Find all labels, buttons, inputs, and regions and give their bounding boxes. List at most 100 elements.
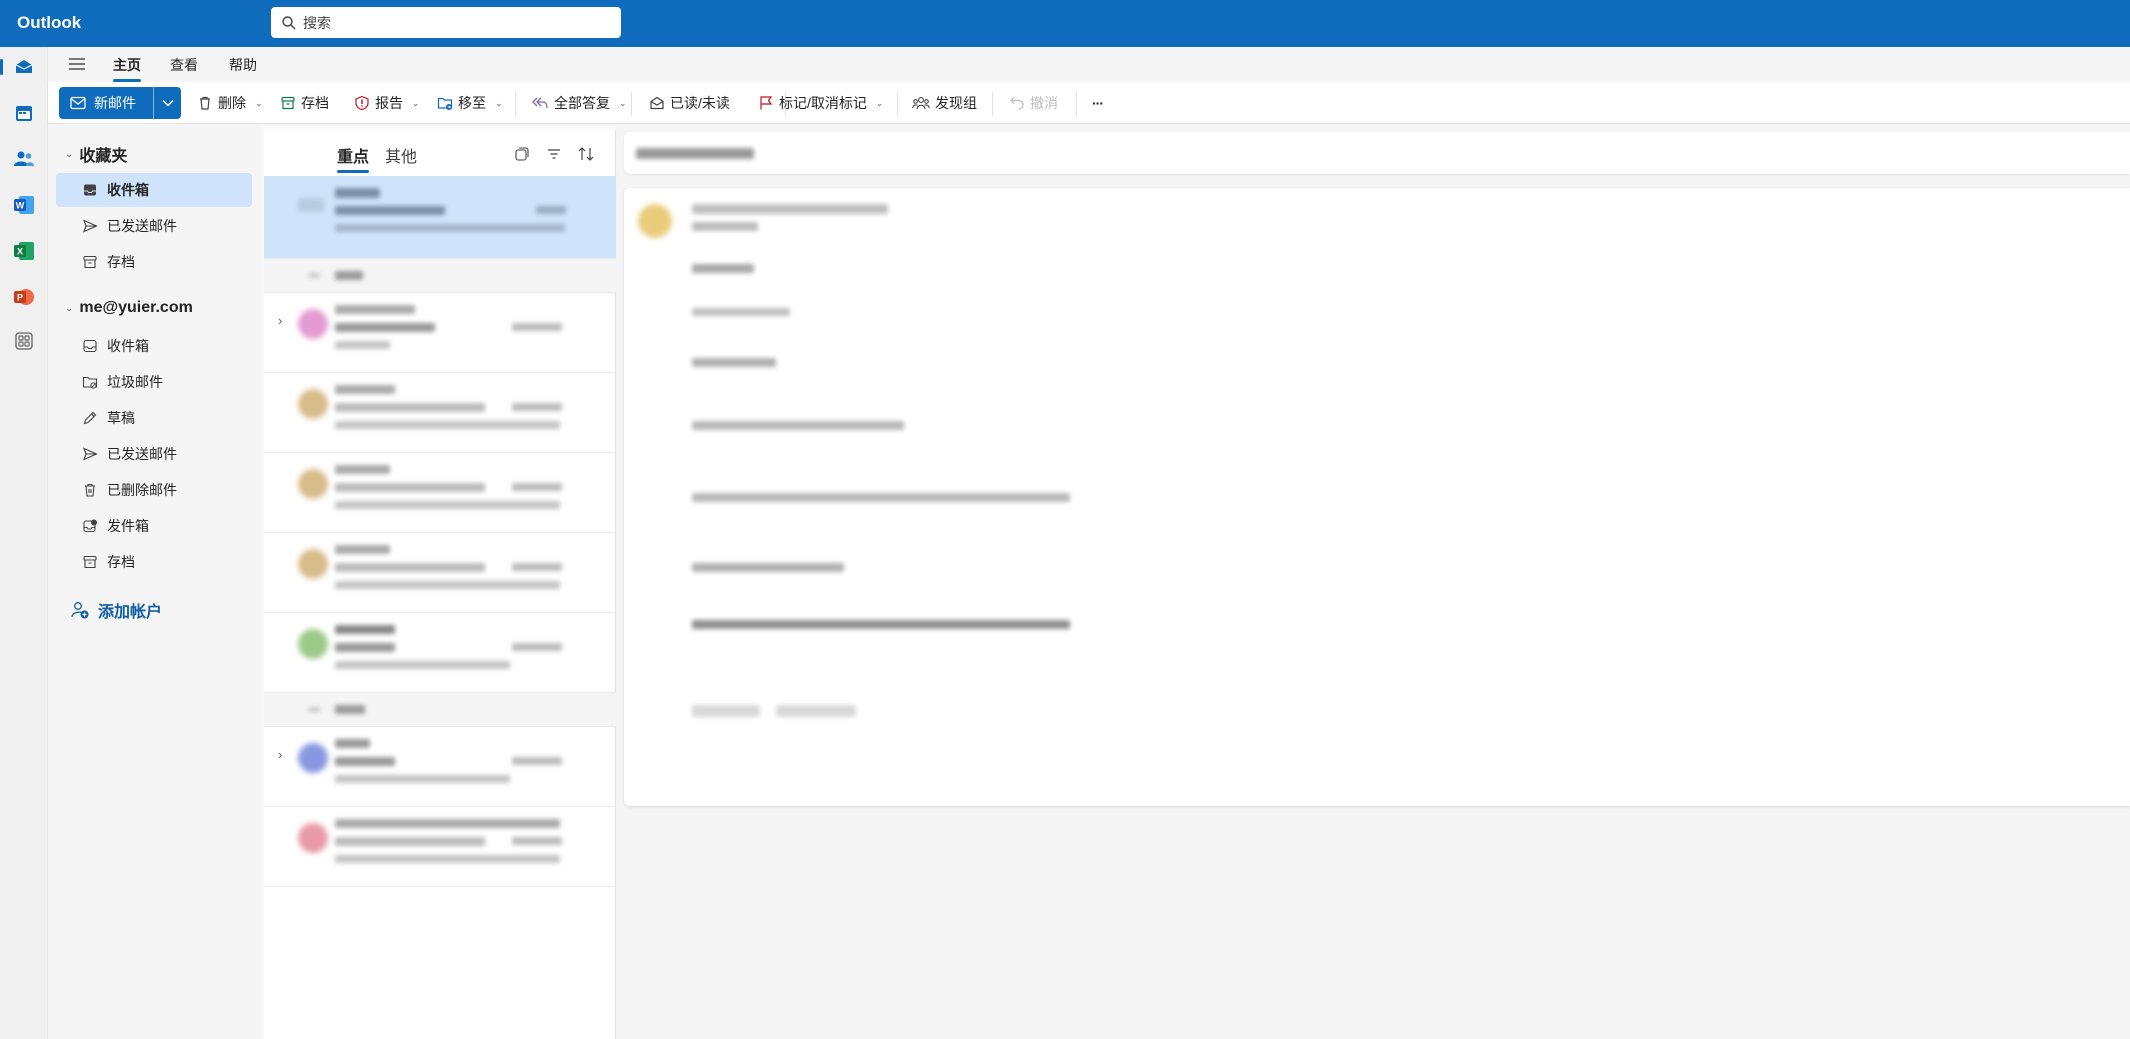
chevron-down-icon xyxy=(161,99,174,107)
flag-icon xyxy=(760,96,773,110)
chevron-down-icon[interactable]: ⌄ xyxy=(255,98,263,109)
list-item[interactable] xyxy=(264,176,616,259)
excel-icon[interactable]: X xyxy=(9,236,39,266)
discover-groups-button[interactable]: 发现组 xyxy=(912,92,977,114)
svg-text:W: W xyxy=(16,201,25,211)
people-community-icon xyxy=(912,97,930,110)
account-item-junk[interactable]: 垃圾邮件 xyxy=(56,365,252,399)
discover-groups-label: 发现组 xyxy=(935,95,977,111)
new-mail-main[interactable]: 新邮件 xyxy=(59,87,154,119)
search-box[interactable] xyxy=(271,7,621,38)
list-item[interactable] xyxy=(264,453,616,533)
move-to-label: 移至 xyxy=(458,95,486,111)
more-options-button[interactable]: ··· xyxy=(1092,92,1104,114)
select-icon[interactable] xyxy=(511,143,533,165)
favorites-header[interactable]: ⌄ 收藏夹 xyxy=(65,142,127,166)
account-item-inbox[interactable]: 收件箱 xyxy=(56,329,252,363)
toolbar-divider xyxy=(992,92,993,116)
list-item[interactable] xyxy=(264,373,616,453)
new-mail-dropdown[interactable] xyxy=(154,87,181,119)
message-list-header: 重点 其他 xyxy=(264,130,616,176)
favorites-item-inbox[interactable]: 收件箱 xyxy=(56,173,252,207)
mail-icon[interactable] xyxy=(0,52,39,82)
folder-label: 收件箱 xyxy=(107,182,149,198)
account-item-deleted[interactable]: 已删除邮件 xyxy=(56,473,252,507)
archive-button[interactable]: 存档 xyxy=(280,92,329,114)
report-button[interactable]: 报告 ⌄ xyxy=(354,92,420,114)
undo-icon xyxy=(1010,97,1024,110)
svg-text:X: X xyxy=(17,247,23,257)
new-mail-label: 新邮件 xyxy=(94,95,136,111)
delete-button[interactable]: 删除 ⌄ xyxy=(197,92,263,114)
chevron-down-icon[interactable]: ⌄ xyxy=(619,98,627,109)
undo-button[interactable]: 撤消 xyxy=(1009,92,1058,114)
account-item-drafts[interactable]: 草稿 xyxy=(56,401,252,435)
undo-label: 撤消 xyxy=(1030,95,1058,111)
reaction-chip[interactable] xyxy=(692,705,760,717)
svg-text:P: P xyxy=(17,293,23,303)
account-item-archive[interactable]: 存档 xyxy=(56,545,252,579)
toolbar-divider xyxy=(1076,92,1077,116)
archive-icon xyxy=(281,96,295,110)
chevron-right-icon[interactable]: › xyxy=(278,313,282,328)
junk-folder-icon xyxy=(82,376,98,389)
tab-home[interactable]: 主页 xyxy=(113,55,141,82)
app-rail: W X P xyxy=(0,47,48,1039)
new-mail-button[interactable]: 新邮件 xyxy=(59,87,181,119)
trash-icon xyxy=(85,483,95,497)
account-item-outbox[interactable]: 发件箱 xyxy=(56,509,252,543)
app-title[interactable]: Outlook xyxy=(17,13,81,33)
filter-icon[interactable] xyxy=(543,143,565,165)
folder-label: 已发送邮件 xyxy=(107,446,177,462)
account-header[interactable]: ⌄ me@yuier.com xyxy=(65,299,193,317)
favorites-item-archive[interactable]: 存档 xyxy=(56,245,252,279)
chevron-right-icon[interactable]: › xyxy=(278,747,282,762)
folder-pane: ⌄ 收藏夹 收件箱 已发送邮件 存档 ⌄ me@yuier.com 收件箱 垃圾… xyxy=(48,124,262,1039)
powerpoint-icon[interactable]: P xyxy=(9,282,39,312)
list-item[interactable]: › xyxy=(264,293,616,373)
calendar-icon[interactable] xyxy=(9,98,39,128)
list-group-header[interactable] xyxy=(264,693,616,727)
add-account-button[interactable]: 添加帐户 xyxy=(70,598,162,622)
reply-all-button[interactable]: 全部答复 ⌄ xyxy=(531,92,627,114)
tab-focused[interactable]: 重点 xyxy=(337,143,370,173)
ribbon-toolbar: 新邮件 删除 ⌄ 存档 报告 ⌄ 移至 ⌄ 全部答复 ⌄ 已读/未读 标记/取消… xyxy=(48,82,2130,124)
word-icon[interactable]: W xyxy=(9,190,39,220)
account-item-sent[interactable]: 已发送邮件 xyxy=(56,437,252,471)
reaction-chip[interactable] xyxy=(776,705,856,717)
chevron-down-icon[interactable]: ⌄ xyxy=(876,98,884,109)
shield-alert-icon xyxy=(355,95,369,111)
chevron-down-icon[interactable]: ⌄ xyxy=(412,98,420,109)
sort-icon[interactable] xyxy=(575,143,597,165)
move-to-button[interactable]: 移至 ⌄ xyxy=(437,92,503,114)
flag-label: 标记/取消标记 xyxy=(779,95,867,111)
hamburger-icon[interactable] xyxy=(68,56,86,77)
avatar[interactable] xyxy=(638,204,672,238)
tab-view[interactable]: 查看 xyxy=(170,55,198,75)
chevron-down-icon[interactable]: ⌄ xyxy=(65,149,73,160)
account-label: me@yuier.com xyxy=(79,299,193,316)
search-input[interactable] xyxy=(303,14,603,31)
favorites-item-sent[interactable]: 已发送邮件 xyxy=(56,209,252,243)
reading-pane xyxy=(616,124,2130,1039)
trash-icon xyxy=(200,96,210,110)
chevron-down-icon[interactable]: ⌄ xyxy=(495,98,503,109)
list-item[interactable] xyxy=(264,613,616,693)
tab-other[interactable]: 其他 xyxy=(385,143,417,167)
apps-icon[interactable] xyxy=(9,326,39,356)
list-item[interactable] xyxy=(264,533,616,613)
list-group-header[interactable] xyxy=(264,259,616,293)
folder-label: 已发送邮件 xyxy=(107,218,177,234)
tab-help[interactable]: 帮助 xyxy=(229,55,257,75)
read-unread-button[interactable]: 已读/未读 xyxy=(649,92,730,114)
toolbar-divider xyxy=(631,92,632,116)
people-icon[interactable] xyxy=(9,144,39,174)
chevron-down-icon[interactable]: ⌄ xyxy=(65,303,73,314)
favorites-label: 收藏夹 xyxy=(79,148,128,165)
list-item[interactable] xyxy=(264,807,616,887)
message-list: 重点 其他 › › xyxy=(264,130,616,1039)
folder-label: 垃圾邮件 xyxy=(107,374,163,390)
reply-all-label: 全部答复 xyxy=(554,95,610,111)
list-item[interactable]: › xyxy=(264,727,616,807)
flag-button[interactable]: 标记/取消标记 ⌄ xyxy=(758,92,883,114)
